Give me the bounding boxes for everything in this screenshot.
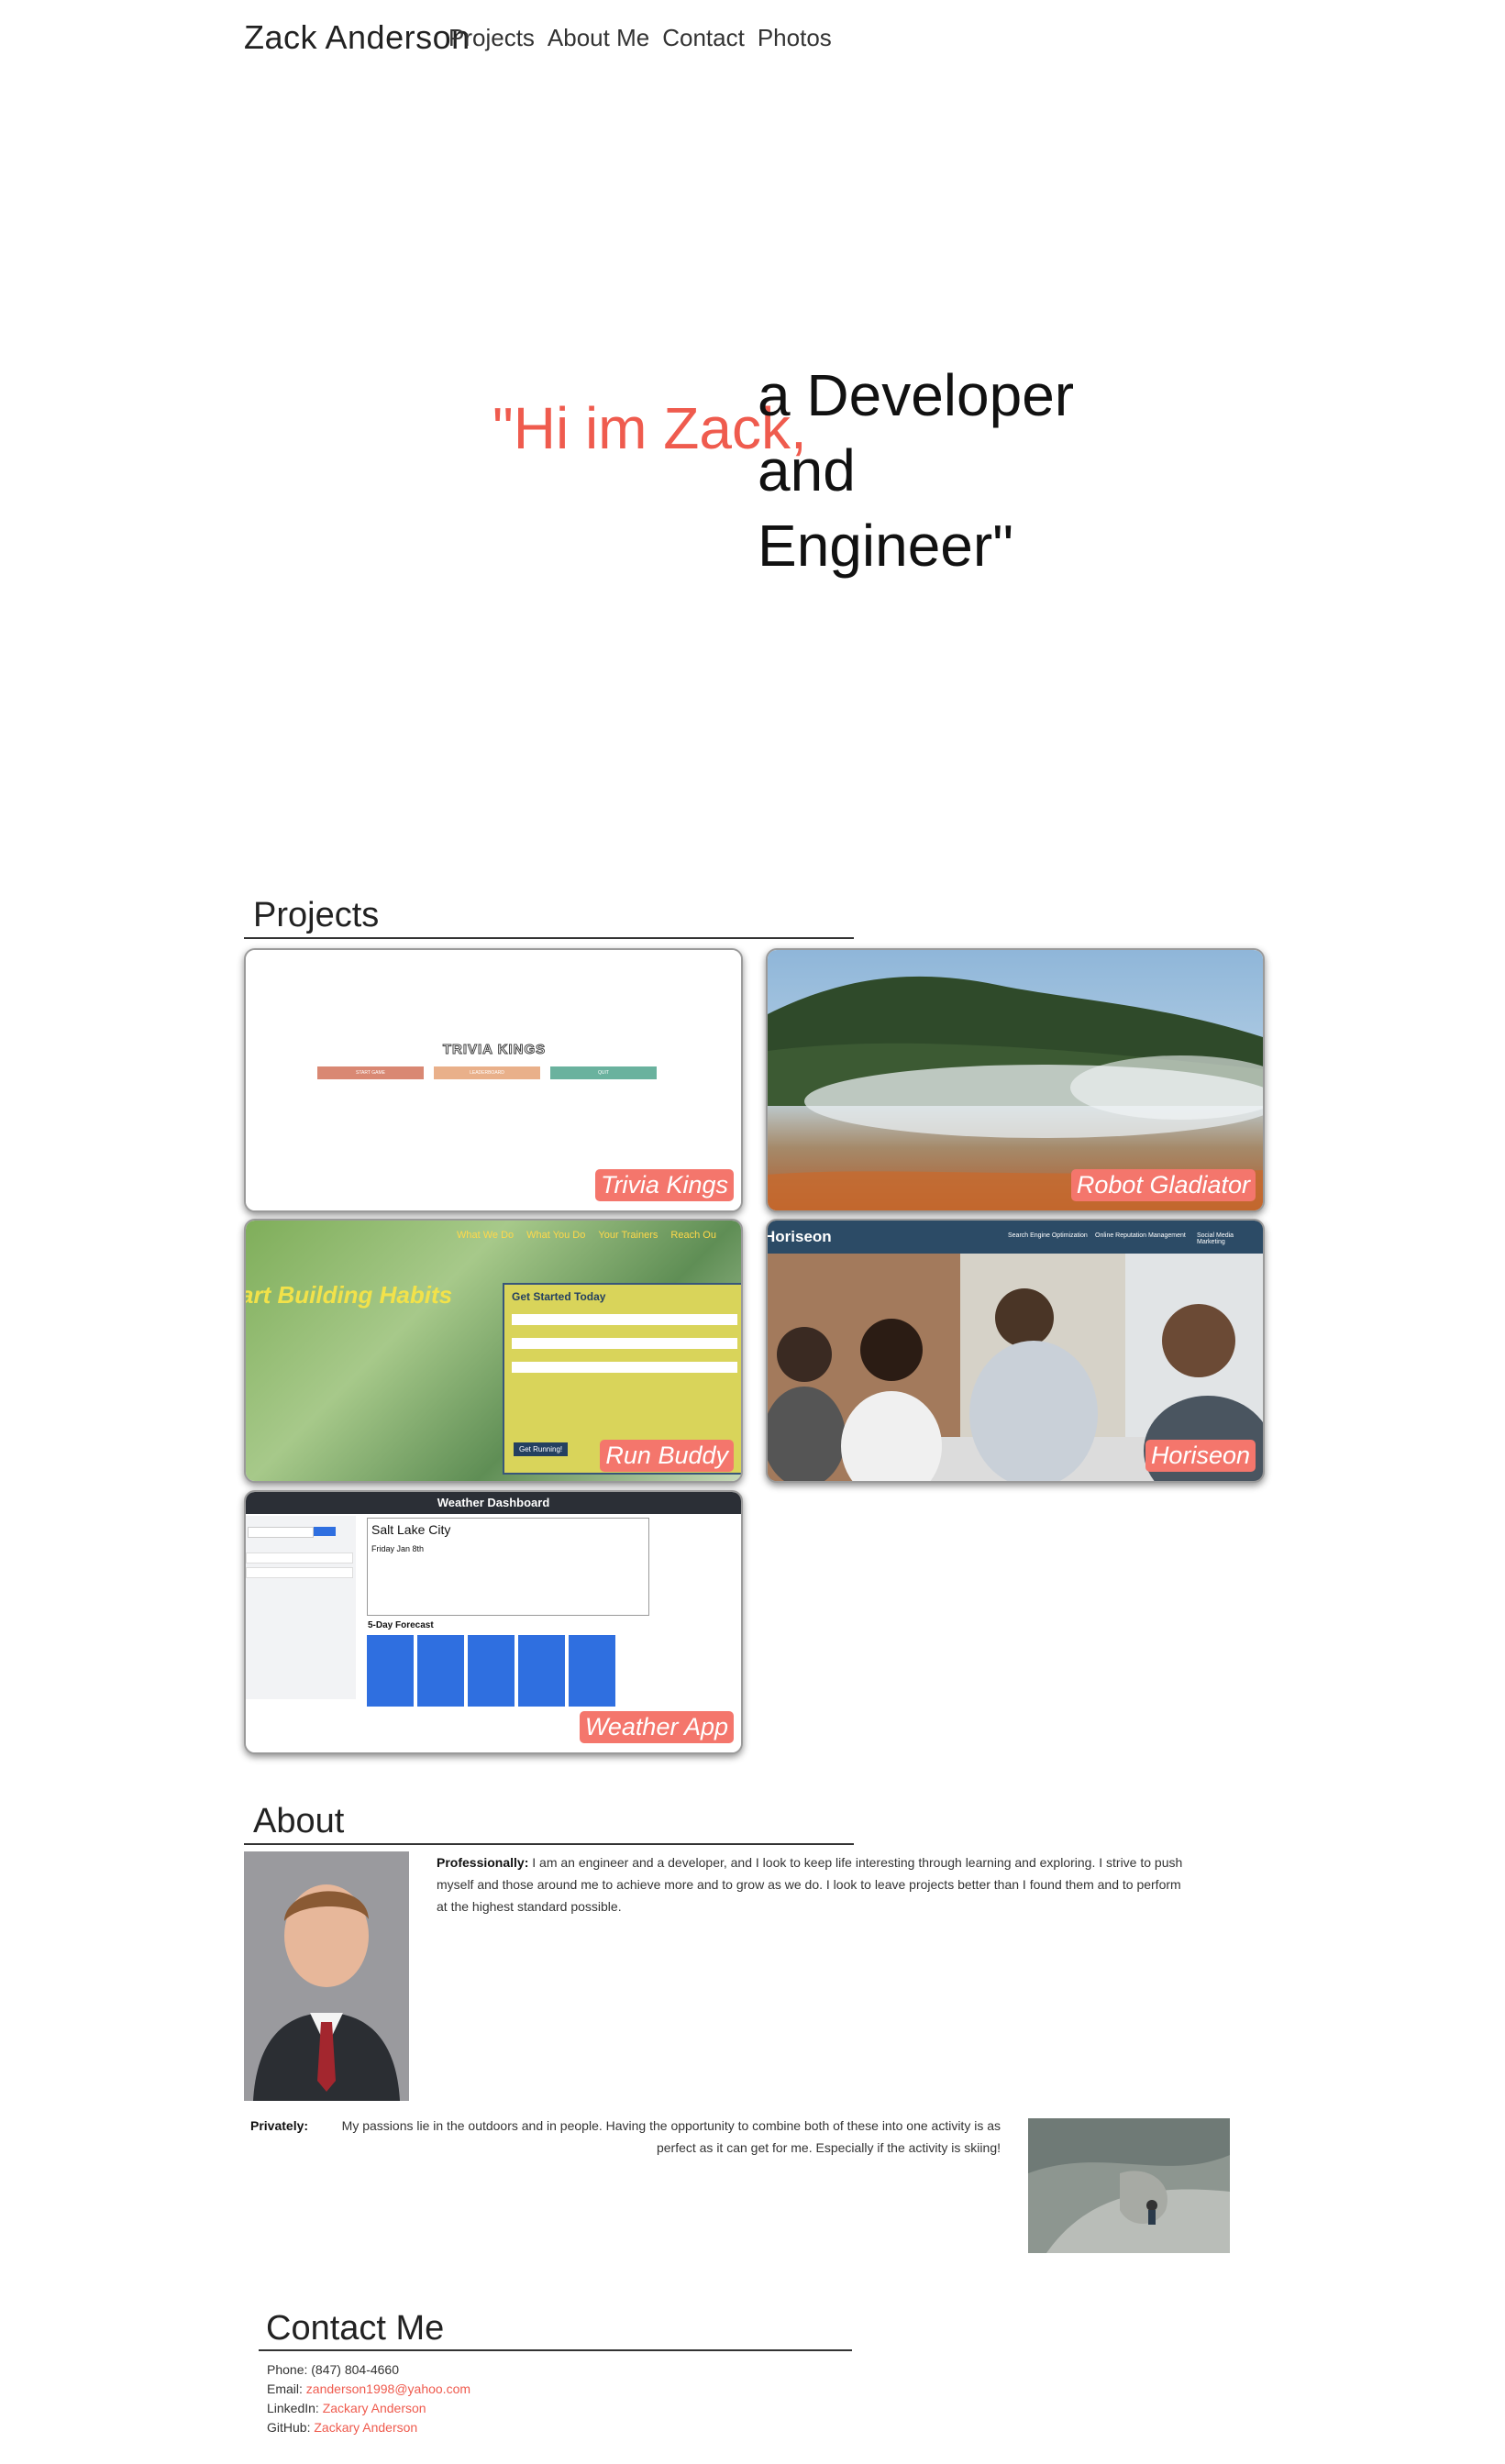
- project-label: Weather App: [579, 1711, 734, 1743]
- projects-divider: [244, 937, 854, 939]
- about-heading: About: [253, 1802, 345, 1840]
- skiing-photo: [1028, 2118, 1230, 2253]
- contact-github: GitHub: Zackary Anderson: [267, 2420, 418, 2435]
- hero-tagline-line1: a Developer and: [758, 362, 1075, 503]
- contact-divider: [259, 2349, 852, 2351]
- project-label: Horiseon: [1145, 1440, 1256, 1472]
- projects-heading: Projects: [253, 896, 380, 934]
- profile-portrait: [244, 1851, 409, 2101]
- horiseon-header-bar: Horiseon Search Engine Optimization Onli…: [768, 1221, 1263, 1254]
- hero-tagline: a Developer and Engineer": [758, 358, 1179, 583]
- github-link[interactable]: Zackary Anderson: [314, 2420, 417, 2435]
- contact-phone: Phone: (847) 804-4660: [267, 2362, 400, 2377]
- weather-forecast-heading: 5-Day Forecast: [368, 1620, 434, 1630]
- trivia-title-text: TRIVIA KINGS: [442, 1042, 547, 1058]
- linkedin-link[interactable]: Zackary Anderson: [323, 2401, 426, 2415]
- contact-heading: Contact Me: [266, 2309, 445, 2348]
- contact-linkedin: LinkedIn: Zackary Anderson: [267, 2401, 426, 2415]
- nav-link-about-me[interactable]: About Me: [548, 24, 649, 52]
- hero-tagline-line2: Engineer": [758, 513, 1013, 579]
- trivia-start-button: START GAME: [317, 1066, 424, 1079]
- email-link[interactable]: zanderson1998@yahoo.com: [306, 2381, 470, 2396]
- project-card-run-buddy[interactable]: What We Do What You Do Your Trainers Rea…: [244, 1219, 743, 1483]
- phone-number: (847) 804-4660: [311, 2362, 400, 2377]
- project-label: Robot Gladiator: [1070, 1169, 1256, 1201]
- project-label: Run Buddy: [600, 1440, 734, 1472]
- project-card-weather-app[interactable]: Weather Dashboard Salt Lake City Friday …: [244, 1490, 743, 1754]
- weather-forecast-row: [367, 1635, 615, 1707]
- contact-email: Email: zanderson1998@yahoo.com: [267, 2381, 471, 2396]
- weather-current-box: Salt Lake City Friday Jan 8th: [367, 1518, 649, 1616]
- trivia-quit-button: QUIT: [550, 1066, 657, 1079]
- nav-link-photos[interactable]: Photos: [758, 24, 832, 52]
- about-divider: [244, 1843, 854, 1845]
- nav-link-contact[interactable]: Contact: [662, 24, 745, 52]
- main-nav: Projects About Me Contact Photos: [448, 24, 832, 52]
- about-professional-text: Professionally: I am an engineer and a d…: [437, 1855, 1183, 1914]
- project-card-robot-gladiator[interactable]: Robot Gladiator: [766, 948, 1265, 1212]
- weather-sidebar: [246, 1516, 356, 1699]
- run-buddy-heading: art Building Habits: [244, 1281, 453, 1309]
- site-brand[interactable]: Zack Anderson: [244, 18, 470, 57]
- project-card-horiseon[interactable]: Horiseon Search Engine Optimization Onli…: [766, 1219, 1265, 1483]
- project-card-trivia-kings[interactable]: TRIVIA KINGS START GAME LEADERBOARD QUIT…: [244, 948, 743, 1212]
- trivia-leaderboard-button: LEADERBOARD: [434, 1066, 540, 1079]
- run-buddy-nav: What We Do What You Do Your Trainers Rea…: [457, 1230, 716, 1241]
- about-private-text: Privately: My passions lie in the outdoo…: [250, 2118, 1001, 2155]
- nav-link-projects[interactable]: Projects: [448, 24, 535, 52]
- project-label: Trivia Kings: [594, 1169, 734, 1201]
- weather-header-bar: Weather Dashboard: [246, 1492, 741, 1514]
